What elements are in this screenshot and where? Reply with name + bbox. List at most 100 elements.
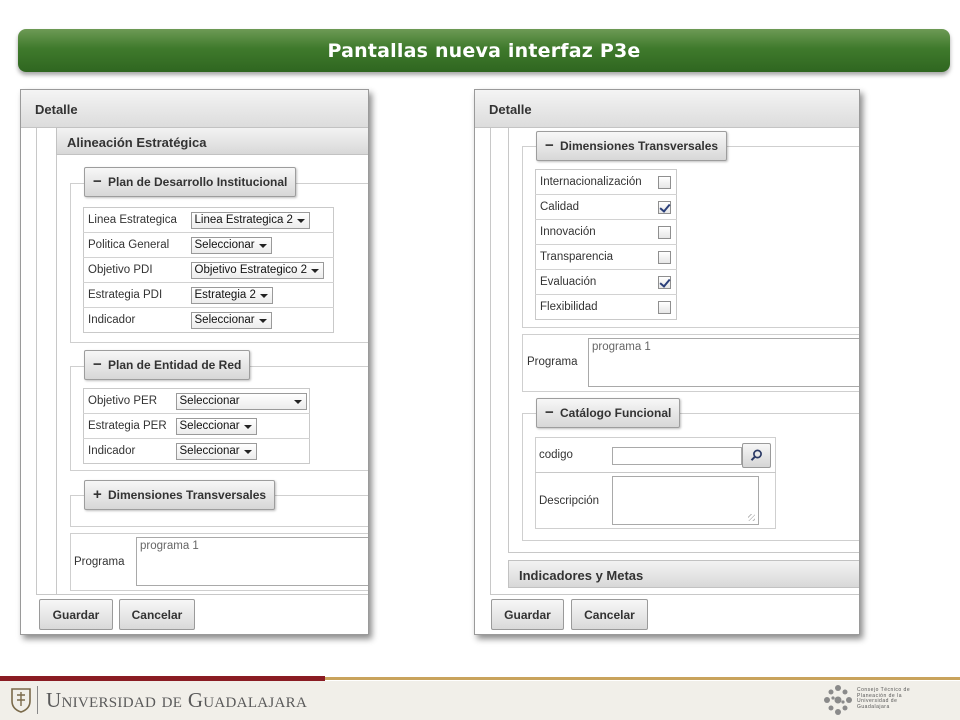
right-detail-panel: Detalle − Dimensiones Transversales Inter… [474,89,860,635]
footer-separator [37,686,38,714]
select-value: Seleccionar [179,444,240,457]
calidad-checkbox[interactable] [657,200,671,214]
section-title: Indicadores y Metas [519,568,644,583]
select-value: Estrategia 2 [194,288,256,301]
descripcion-textarea[interactable] [612,476,759,525]
save-button[interactable]: Guardar [491,599,564,630]
title-banner: Pantallas nueva interfaz P3e [18,29,950,72]
programa-textarea[interactable]: programa 1 [588,338,859,387]
indicador-per-select[interactable]: Seleccionar [175,442,257,460]
politica-general-select[interactable]: Seleccionar [190,236,272,254]
dropdown-arrow-icon [259,293,268,298]
dimensiones-checklist: Internacionalización Calidad Innovación … [535,169,677,320]
search-button[interactable] [742,443,771,468]
collapse-icon: − [93,356,102,373]
council-logo-icon [824,685,852,715]
estrategia-pdi-select[interactable]: Estrategia 2 [190,286,273,304]
section-indicadores-metas[interactable]: Indicadores y Metas [508,560,859,588]
collapse-icon: − [545,137,554,154]
select-value: Seleccionar [179,419,240,432]
field-label: Indicador [88,314,136,326]
field-label: Estrategia PDI [83,282,187,308]
dimensiones-legend-label: Dimensiones Transversales [560,139,719,153]
form-row: Linea Estrategica Linea Estrategica 2 [83,207,334,233]
objetivo-per-select[interactable]: Seleccionar [175,392,307,410]
field-label: Linea Estrategica [83,207,187,233]
checkbox-label: Transparencia [535,244,654,270]
council-name: Consejo Técnico de Planeación de la Univ… [857,687,911,710]
field-label: Objetivo PDI [83,257,187,283]
collapse-icon: − [93,173,102,190]
dropdown-arrow-icon [258,243,267,248]
innovacion-checkbox[interactable] [657,225,671,239]
form-row: Politica General Seleccionar [83,232,334,258]
dropdown-arrow-icon [296,218,305,223]
pdi-form: Linea Estrategica Linea Estrategica 2 Po… [83,207,334,333]
form-row: Objetivo PDI Objetivo Estrategico 2 [83,257,334,283]
form-row: Estrategia PER Seleccionar [83,413,310,439]
dropdown-arrow-icon [293,399,302,404]
checkbox-row: Innovación [535,219,677,245]
select-value: Seleccionar [194,238,255,251]
cancel-button[interactable]: Cancelar [571,599,648,630]
cancel-button[interactable]: Cancelar [119,599,195,630]
programa-label: Programa [527,356,578,368]
checkbox-row: Flexibilidad [536,295,677,320]
panel-header: Detalle [21,90,368,128]
checkbox-row: Internacionalización [535,169,677,195]
footer-gold-stripe [325,677,960,680]
field-label: Estrategia PER [83,413,172,439]
pdi-legend-label: Plan de Desarrollo Institucional [108,175,288,189]
catalogo-legend[interactable]: − Catálogo Funcional [536,398,681,428]
indicador-pdi-select[interactable]: Seleccionar [190,311,272,329]
university-crest-icon [11,688,31,713]
estrategia-per-select[interactable]: Seleccionar [175,417,257,435]
button-bar: Guardar Cancelar [490,594,859,634]
dimensiones-legend[interactable]: − Dimensiones Transversales [536,131,728,161]
codigo-label: codigo [539,449,573,461]
form-row: Indicador Seleccionar [84,439,310,464]
checkbox-label: Calidad [535,194,654,220]
select-value: Objetivo Estrategico 2 [194,263,308,276]
university-name: Universidad de Guadalajara [46,688,308,712]
programa-label: Programa [74,556,125,568]
save-button[interactable]: Guardar [39,599,113,630]
checkbox-label: Innovación [535,219,654,245]
transparencia-checkbox[interactable] [657,250,671,264]
field-label: Politica General [83,232,187,258]
flexibilidad-checkbox[interactable] [657,300,671,314]
left-detail-panel: Detalle Alineación Estratégica − Plan de … [20,89,369,635]
expand-icon: + [93,486,102,503]
checkbox-row: Evaluación [535,269,677,295]
catalogo-legend-label: Catálogo Funcional [560,406,672,420]
pdi-legend[interactable]: − Plan de Desarrollo Institucional [84,167,297,197]
select-value: Seleccionar [179,394,240,407]
form-row: Estrategia PDI Estrategia 2 [83,282,334,308]
descripcion-label: Descripción [539,495,600,507]
per-form: Objetivo PER Seleccionar Estrategia PER … [83,388,310,464]
dropdown-arrow-icon [243,449,252,454]
checkbox-row: Calidad [535,194,677,220]
per-legend[interactable]: − Plan de Entidad de Red [84,350,251,380]
section-alineacion-estrategica[interactable]: Alineación Estratégica [56,127,368,155]
objetivo-pdi-select[interactable]: Objetivo Estrategico 2 [190,261,325,279]
search-icon [750,449,762,461]
dropdown-arrow-icon [311,268,320,273]
select-value: Linea Estrategica 2 [194,213,293,226]
evaluacion-checkbox[interactable] [657,275,671,289]
panel-header: Detalle [475,90,859,128]
dimensiones-legend[interactable]: + Dimensiones Transversales [84,480,276,510]
field-label: Indicador [88,445,136,457]
programa-textarea[interactable]: programa 1 [136,537,368,586]
checkbox-label: Flexibilidad [540,301,598,313]
collapse-icon: − [545,404,554,421]
internacionalizacion-checkbox[interactable] [657,175,671,189]
button-bar: Guardar Cancelar [36,594,368,634]
linea-estrategica-select[interactable]: Linea Estrategica 2 [190,211,310,229]
dimensiones-legend-label: Dimensiones Transversales [108,488,267,502]
codigo-input[interactable] [612,447,742,465]
resize-grip-icon[interactable] [748,514,755,521]
dropdown-arrow-icon [258,318,267,323]
form-row: Objetivo PER Seleccionar [83,388,310,414]
slide-title: Pantallas nueva interfaz P3e [327,39,641,62]
